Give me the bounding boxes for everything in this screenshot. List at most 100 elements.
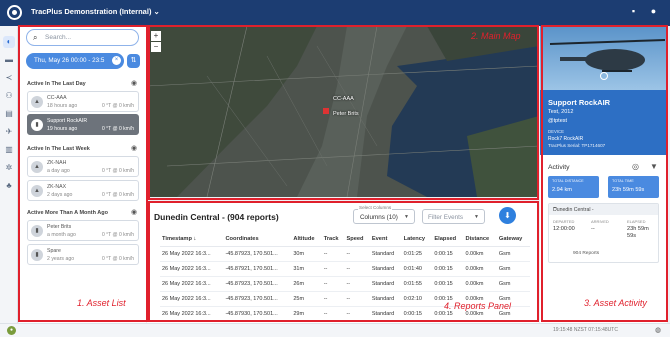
- zoom-in-button[interactable]: +: [151, 31, 161, 41]
- column-header[interactable]: Distance: [463, 232, 497, 247]
- eye-icon[interactable]: ◉: [131, 144, 137, 152]
- table-cell: 29m: [291, 306, 322, 322]
- annotation-label-reports-panel: 4. Reports Panel: [444, 301, 512, 311]
- segment-report-count: 904 Reports: [573, 251, 600, 256]
- map-label-cc-aaa[interactable]: CC-AAA: [333, 96, 354, 102]
- total-distance-label: TOTAL DISTANCE: [552, 179, 584, 183]
- eye-icon[interactable]: ◉: [131, 79, 137, 87]
- table-row[interactable]: 26 May 2022 16:3... -45.87921, 170.501..…: [160, 261, 530, 277]
- table-cell: Standard: [369, 306, 402, 322]
- activity-title: Activity: [548, 164, 570, 171]
- share-icon[interactable]: ≺: [3, 72, 15, 84]
- search-input[interactable]: Search...: [45, 34, 71, 41]
- column-header[interactable]: Speed: [344, 232, 370, 247]
- table-cell: Standard: [369, 246, 402, 262]
- reports-icon[interactable]: ▤: [3, 108, 15, 120]
- user-account-icon[interactable]: ●: [648, 6, 659, 17]
- device-name: Rock7 RockAIR: [548, 136, 584, 142]
- table-cell: Gsm: [496, 276, 530, 292]
- table-cell: 0:01:40: [401, 261, 433, 277]
- table-cell: 25m: [291, 291, 322, 307]
- photo-pager-icon[interactable]: [600, 72, 608, 80]
- asset-list-panel: ⌕ Search... Thu, May 26 00:00 - 23:5 × ⇅…: [19, 26, 146, 323]
- departed-value: 12:00:00: [553, 226, 575, 232]
- globe-icon[interactable]: ◍: [655, 326, 661, 334]
- table-row[interactable]: 26 May 2022 16:3... -45.87923, 170.501..…: [160, 276, 530, 292]
- filter-events-placeholder: Filter Events: [428, 214, 463, 221]
- total-distance-value: 2.94 km: [552, 187, 572, 193]
- asset-item-spare[interactable]: ▮ Spare 2 years ago 0 °T @ 0 km/h: [27, 244, 139, 265]
- messaging-icon[interactable]: ▬: [3, 54, 15, 66]
- asset-item-zk-nah[interactable]: ▲ ZK-NAH a day ago 0 °T @ 0 km/h: [27, 156, 139, 177]
- map-view-icon[interactable]: ◐: [3, 36, 15, 48]
- asset-item-zk-nax[interactable]: ▲ ZK-NAX 2 days ago 0 °T @ 0 km/h: [27, 180, 139, 201]
- chevron-down-icon: ▼: [474, 214, 479, 220]
- left-navigation-rail: ◐ ▬ ≺ ⚇ ▤ ✈ ▥ ✲ ♣: [0, 26, 18, 323]
- people-icon[interactable]: ♣: [3, 180, 15, 192]
- column-header[interactable]: Altitude: [291, 232, 322, 247]
- devices-icon[interactable]: ▥: [3, 144, 15, 156]
- table-cell: --: [321, 246, 345, 262]
- search-box[interactable]: ⌕ Search...: [26, 29, 139, 46]
- column-header[interactable]: Timestamp ↓: [160, 232, 224, 247]
- table-cell: 0:02:10: [401, 291, 433, 307]
- assets-icon[interactable]: ✈: [3, 126, 15, 138]
- map-label-peter-brits[interactable]: Peter Brits: [333, 111, 359, 117]
- eye-icon[interactable]: ◉: [131, 208, 137, 216]
- column-header[interactable]: Latency: [401, 232, 433, 247]
- column-header[interactable]: Track: [321, 232, 345, 247]
- table-cell: --: [344, 291, 370, 307]
- messages-icon[interactable]: ▪: [628, 6, 639, 17]
- select-columns-value: Columns (10): [360, 214, 398, 221]
- column-header[interactable]: Gateway: [496, 232, 530, 247]
- group-header-month-ago[interactable]: Active More Than A Month Ago: [27, 210, 108, 216]
- table-cell: --: [321, 261, 345, 277]
- column-header[interactable]: Elapsed: [432, 232, 464, 247]
- locate-icon[interactable]: ◎: [632, 162, 639, 171]
- group-header-last-day[interactable]: Active In The Last Day: [27, 81, 86, 87]
- filter-icon[interactable]: ▼: [650, 162, 658, 171]
- asset-marker[interactable]: [323, 108, 329, 114]
- group-header-last-week[interactable]: Active In The Last Week: [27, 146, 90, 152]
- segment-header[interactable]: Dunedin Central - −: [549, 204, 658, 215]
- satellite-map[interactable]: + − CC-AAA Peter Brits: [147, 26, 539, 197]
- settings-icon[interactable]: ✲: [3, 162, 15, 174]
- collapse-icon[interactable]: −: [553, 205, 653, 212]
- date-settings-button[interactable]: ⇅: [127, 54, 140, 68]
- friends-icon[interactable]: ⚇: [3, 90, 15, 102]
- table-header-row: Timestamp ↓ Coordinates Altitude Track S…: [160, 232, 530, 247]
- asset-item-support-rockair[interactable]: ▮ Support RockAIR 19 hours ago 0 °T @ 0 …: [27, 114, 139, 135]
- tracplus-logo-icon[interactable]: [7, 5, 22, 20]
- activity-segment[interactable]: Dunedin Central - − DEPARTED 12:00:00 AR…: [548, 203, 659, 263]
- column-header[interactable]: Coordinates: [223, 232, 292, 247]
- device-icon: ▮: [31, 119, 43, 131]
- top-bar: TracPlus Demonstration (Internal) ⌄ ▪ ●: [0, 0, 670, 26]
- zoom-out-button[interactable]: −: [151, 42, 161, 52]
- column-header[interactable]: Event: [369, 232, 402, 247]
- table-cell: -45.87921, 170.501...: [223, 261, 292, 277]
- download-button[interactable]: ⬇: [499, 207, 516, 224]
- device-serial: TracPlus Serial: TP1714607: [548, 143, 606, 148]
- table-cell: Gsm: [496, 261, 530, 277]
- asset-heading-speed: 0 °T @ 0 km/h: [102, 232, 134, 238]
- organisation-switcher[interactable]: TracPlus Demonstration (Internal) ⌄: [31, 7, 160, 16]
- map-and-reports-column: + − CC-AAA Peter Brits Dunedin Central -…: [147, 26, 539, 323]
- table-cell: 0.00km: [463, 261, 497, 277]
- table-cell: -45.87923, 170.501...: [223, 246, 292, 262]
- table-cell: 26 May 2022 16:3...: [160, 291, 224, 307]
- table-cell: 0:00:15: [432, 261, 464, 277]
- asset-owner: @tptest: [548, 118, 568, 124]
- table-cell: 26 May 2022 16:3...: [160, 246, 224, 262]
- asset-item-cc-aaa[interactable]: ▲ CC-AAA 18 hours ago 0 °T @ 0 km/h: [27, 91, 139, 112]
- total-time-card: TOTAL TIME 23h 59m 59s: [608, 176, 659, 198]
- table-cell: 0.00km: [463, 276, 497, 292]
- select-columns-dropdown[interactable]: Select Columns Columns (10) ▼: [353, 205, 415, 224]
- asset-name: Spare: [47, 248, 61, 254]
- clear-date-icon[interactable]: ×: [112, 56, 121, 65]
- filter-events-dropdown[interactable]: Filter Events ▼: [422, 209, 485, 224]
- status-bar: ● 19:15:48 NZST 07:15:48UTC ◍: [0, 323, 670, 337]
- date-filter-pill[interactable]: Thu, May 26 00:00 - 23:5 ×: [26, 53, 124, 69]
- asset-activity-panel: Support RockAIR Test, 2012 @tptest DEVIC…: [540, 26, 667, 323]
- table-row[interactable]: 26 May 2022 16:3... -45.87923, 170.501..…: [160, 246, 530, 262]
- asset-item-peter-brits[interactable]: ▮ Peter Brits a month ago 0 °T @ 0 km/h: [27, 220, 139, 241]
